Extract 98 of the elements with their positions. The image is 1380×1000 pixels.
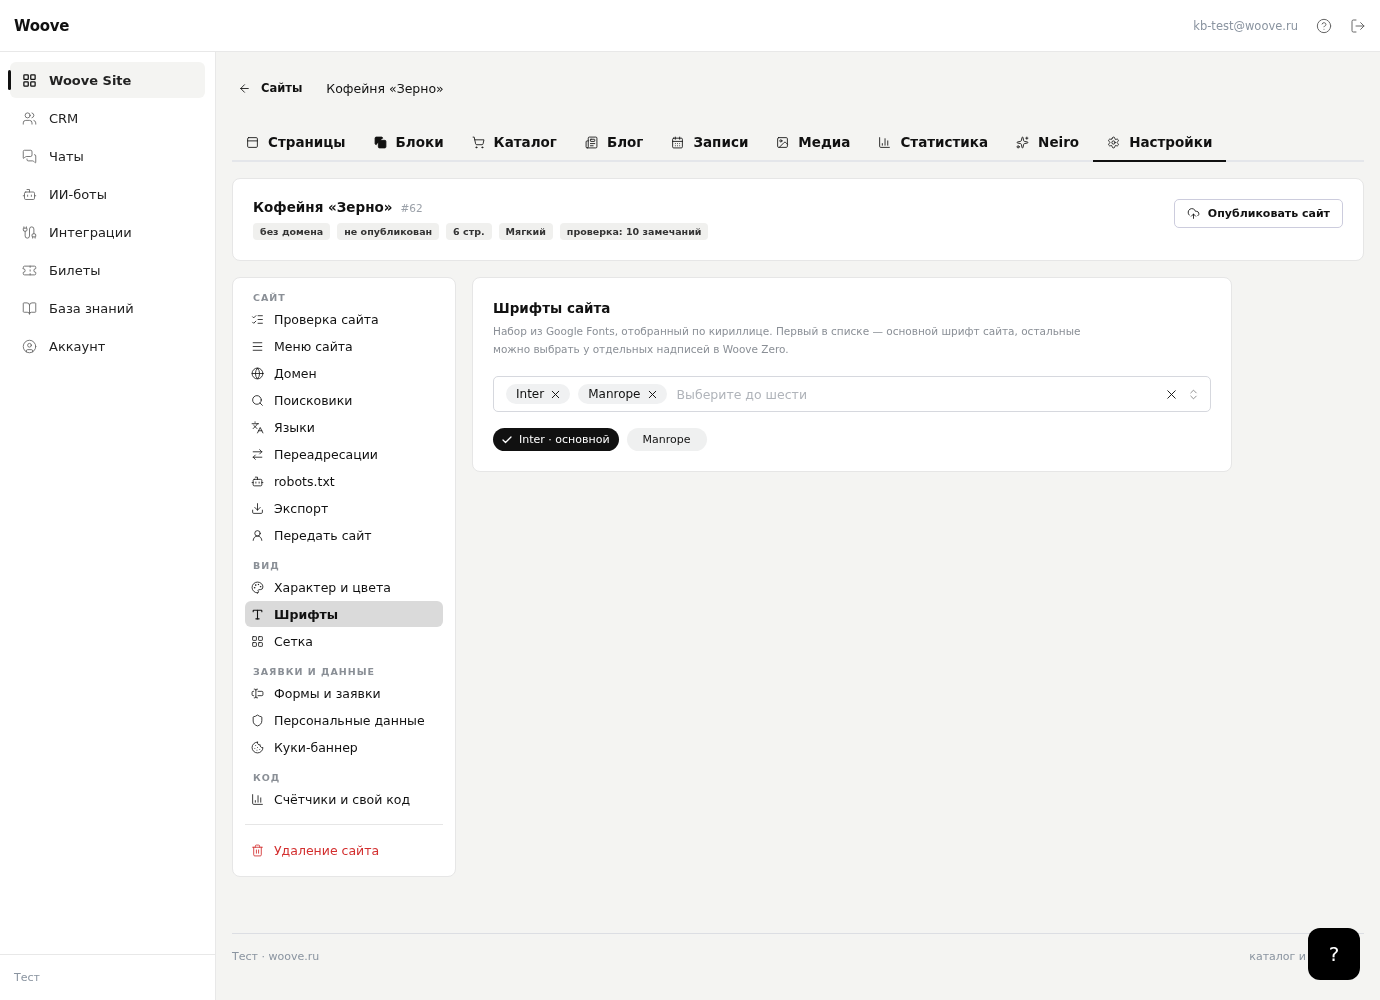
font-icon bbox=[251, 607, 264, 621]
window-icon bbox=[246, 135, 259, 149]
tab[interactable]: Страницы bbox=[232, 124, 360, 162]
sidebar-item[interactable]: Woove Site bbox=[10, 62, 205, 98]
ticket-icon bbox=[22, 262, 37, 278]
settings-nav-item[interactable]: Переадресации bbox=[245, 441, 443, 467]
section-title: Шрифты сайта bbox=[493, 300, 612, 316]
site-title: Кофейня «Зерно» bbox=[253, 199, 393, 215]
footer-text: Тест · woove.ru bbox=[232, 950, 320, 963]
settings-nav-item[interactable]: Меню сайта bbox=[245, 333, 443, 359]
settings-nav-item[interactable]: Домен bbox=[245, 360, 443, 386]
newspaper-icon bbox=[584, 135, 598, 149]
settings-nav-item[interactable]: Поисковики bbox=[245, 387, 443, 413]
sidebar-item[interactable]: База знаний bbox=[10, 290, 205, 326]
arrow-left-icon bbox=[238, 81, 251, 95]
settings-nav-item[interactable]: robots.txt bbox=[245, 468, 443, 494]
section-heading: САЙТ bbox=[252, 291, 287, 305]
font-chip: Inter bbox=[506, 384, 571, 404]
settings-icon bbox=[1107, 135, 1121, 149]
status-tag: проверка: 10 замечаний bbox=[559, 223, 709, 240]
site-id: #62 bbox=[400, 202, 423, 214]
font-chip: Manrope bbox=[578, 384, 667, 404]
tab[interactable]: Neiro bbox=[1002, 124, 1094, 162]
status-tag: Мягкий bbox=[498, 223, 553, 240]
sidebar-item[interactable]: Интеграции bbox=[10, 214, 205, 250]
primary-font-option[interactable]: Inter · основной bbox=[493, 428, 619, 451]
cloud-upload-icon bbox=[1186, 207, 1200, 220]
section-description: Набор из Google Fonts, отобранный по кириллице. Первый в списке — основной шрифт сайта, остальные можно выбрать у отдельных надписей в Woove Zero. bbox=[493, 324, 1082, 357]
palette-icon bbox=[251, 580, 264, 594]
sidebar-item[interactable]: Билеты bbox=[10, 252, 205, 288]
settings-nav-item[interactable]: Формы и заявки bbox=[245, 680, 443, 706]
book-icon bbox=[22, 300, 37, 316]
tab[interactable]: Статистика bbox=[864, 124, 1003, 162]
tab[interactable]: Блоки bbox=[359, 124, 458, 162]
status-tag: не опубликован bbox=[337, 223, 440, 240]
trash-icon bbox=[251, 843, 264, 857]
logo: Woove bbox=[14, 16, 70, 35]
checklist-icon bbox=[251, 312, 264, 326]
settings-nav-item[interactable]: Передать сайт bbox=[245, 522, 443, 548]
tab[interactable]: Записи bbox=[657, 124, 763, 162]
settings-nav-item[interactable]: Проверка сайта bbox=[245, 306, 443, 332]
sidebar-item[interactable]: CRM bbox=[10, 100, 205, 136]
sidebar-item[interactable]: Чаты bbox=[10, 138, 205, 174]
tab[interactable]: Медиа bbox=[762, 124, 865, 162]
section-heading: ЗАЯВКИ И ДАННЫЕ bbox=[252, 665, 376, 679]
menu-icon bbox=[251, 339, 264, 353]
sidebar-item[interactable]: ИИ-боты bbox=[10, 176, 205, 212]
grid-icon bbox=[251, 634, 264, 648]
text-field-icon bbox=[251, 686, 264, 700]
delete-site-link[interactable]: Удаление сайта bbox=[245, 837, 443, 863]
user-email: kb-test@woove.ru bbox=[1193, 18, 1298, 33]
settings-nav-item[interactable]: Куки-баннер bbox=[245, 734, 443, 760]
status-tag: 6 стр. bbox=[446, 223, 492, 240]
cookie-icon bbox=[251, 740, 264, 754]
sparkles-icon bbox=[1016, 135, 1030, 149]
chart-icon bbox=[251, 792, 264, 806]
copy-icon bbox=[373, 135, 387, 149]
tab[interactable]: Настройки bbox=[1093, 124, 1227, 162]
cart-icon bbox=[471, 135, 485, 149]
back-link[interactable]: Сайты bbox=[238, 81, 303, 95]
grid-icon bbox=[22, 72, 37, 88]
plug-icon bbox=[22, 224, 37, 240]
shield-icon bbox=[251, 713, 264, 727]
translate-icon bbox=[251, 420, 264, 434]
font-select[interactable]: Inter Manrope Выберите до шести bbox=[493, 376, 1211, 412]
publish-button[interactable]: Опубликовать сайт bbox=[1173, 199, 1343, 228]
chat-icon bbox=[22, 148, 37, 164]
section-heading: КОД bbox=[252, 771, 282, 785]
settings-nav-item[interactable]: Сетка bbox=[245, 628, 443, 654]
sidebar-item[interactable]: Аккаунт bbox=[10, 328, 205, 364]
robot-icon bbox=[22, 186, 37, 202]
globe-icon bbox=[251, 366, 264, 380]
person-icon bbox=[251, 528, 264, 542]
logout-icon[interactable] bbox=[1350, 17, 1366, 34]
tab[interactable]: Каталог bbox=[457, 124, 571, 162]
primary-font-option[interactable]: Manrope bbox=[626, 428, 707, 451]
settings-nav-item[interactable]: Шрифты bbox=[245, 601, 443, 627]
settings-nav-item[interactable]: Персональные данные bbox=[245, 707, 443, 733]
users-icon bbox=[22, 110, 37, 126]
user-circle-icon bbox=[22, 338, 37, 354]
search-icon bbox=[251, 393, 264, 407]
workspace-name: Тест bbox=[14, 971, 40, 984]
help-button[interactable]: ? bbox=[1308, 928, 1360, 980]
tab[interactable]: Блог bbox=[570, 124, 658, 162]
settings-nav-item[interactable]: Языки bbox=[245, 414, 443, 440]
robot-icon bbox=[251, 474, 264, 488]
calendar-icon bbox=[671, 135, 685, 149]
settings-nav-item[interactable]: Счётчики и свой код bbox=[245, 786, 443, 812]
section-heading: ВИД bbox=[252, 559, 281, 573]
chart-icon bbox=[878, 135, 892, 149]
arrows-icon bbox=[251, 447, 264, 461]
help-icon[interactable] bbox=[1316, 17, 1332, 34]
status-tag: без домена bbox=[253, 223, 331, 240]
image-icon bbox=[776, 135, 790, 149]
settings-nav-item[interactable]: Характер и цвета bbox=[245, 574, 443, 600]
breadcrumb-current: Кофейня «Зерно» bbox=[326, 80, 444, 96]
download-icon bbox=[251, 501, 264, 515]
settings-nav-item[interactable]: Экспорт bbox=[245, 495, 443, 521]
